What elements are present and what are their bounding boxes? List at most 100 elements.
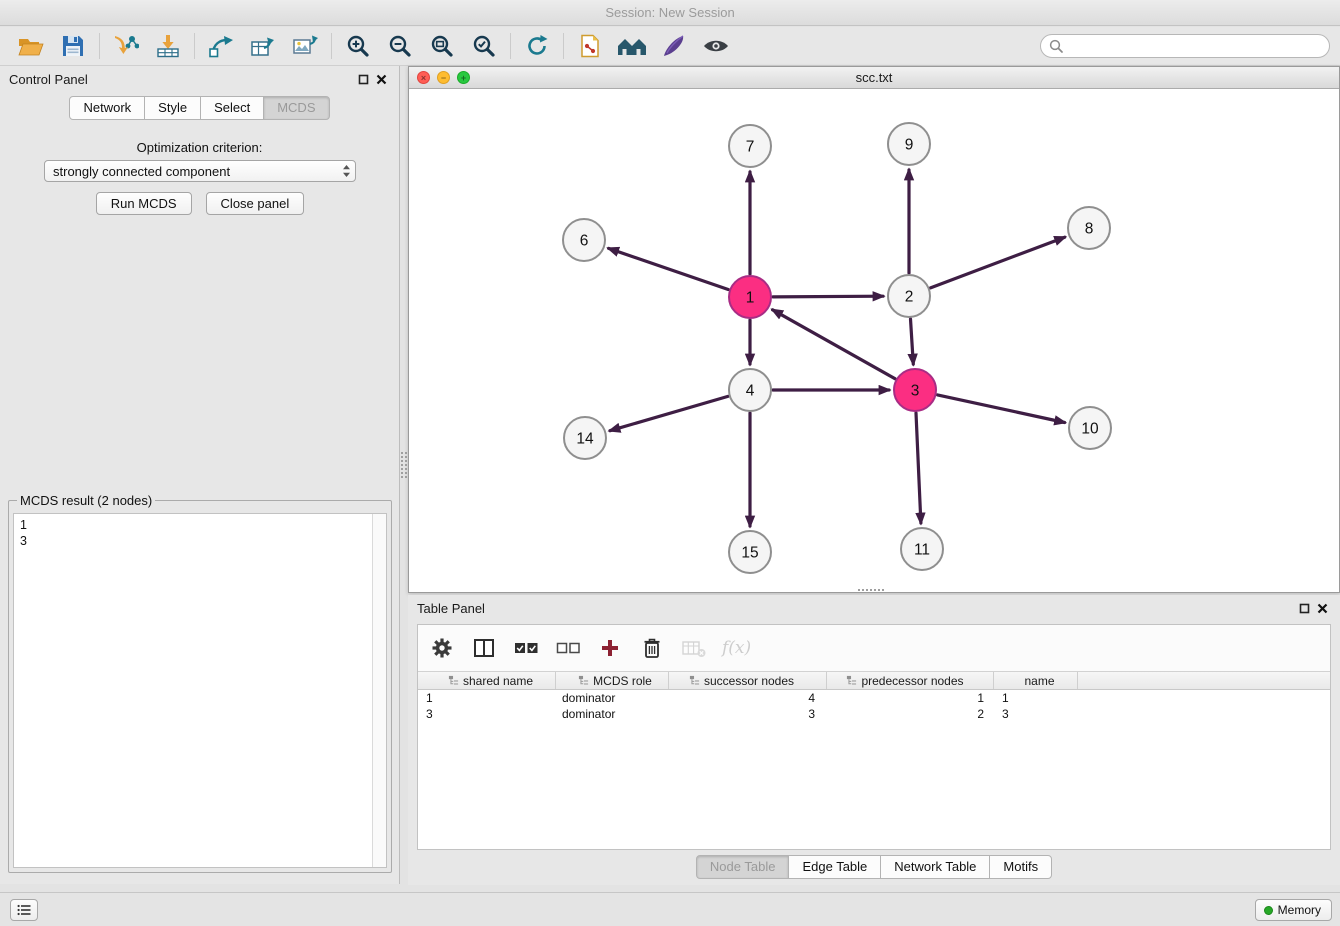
graph-edge-4-14[interactable] xyxy=(610,396,728,430)
delete-table-button[interactable] xyxy=(680,634,708,662)
network-canvas[interactable]: 7 9 6 8 1 2 4 3 14 10 15 11 xyxy=(409,89,1339,592)
refresh-view-button[interactable] xyxy=(516,30,558,62)
graph-node-2[interactable]: 2 xyxy=(888,275,930,317)
close-panel-icon[interactable] xyxy=(1313,600,1331,618)
show-hide-panels-button[interactable] xyxy=(695,30,737,62)
search-input[interactable] xyxy=(1068,39,1321,54)
optimization-criterion-label: Optimization criterion: xyxy=(0,140,399,155)
graph-edge-1-2[interactable] xyxy=(773,296,883,297)
column-header-predecessor-nodes[interactable]: predecessor nodes xyxy=(827,672,994,689)
result-scrollbar[interactable] xyxy=(372,514,386,867)
tab-node-table[interactable]: Node Table xyxy=(696,855,790,879)
zoom-fit-button[interactable] xyxy=(421,30,463,62)
column-header-name[interactable]: name xyxy=(994,672,1078,689)
graph-node-9[interactable]: 9 xyxy=(888,123,930,165)
vertical-splitter-handle[interactable] xyxy=(401,452,407,478)
home-layout-button[interactable] xyxy=(611,30,653,62)
graph-node-4[interactable]: 4 xyxy=(729,369,771,411)
graph-edge-2-3[interactable] xyxy=(911,319,914,364)
create-column-button[interactable] xyxy=(596,634,624,662)
stepper-arrows-icon xyxy=(342,164,351,178)
run-mcds-button[interactable]: Run MCDS xyxy=(96,192,192,215)
graph-node-3[interactable]: 3 xyxy=(894,369,936,411)
window-title: Session: New Session xyxy=(605,5,734,20)
column-label: successor nodes xyxy=(704,674,794,688)
graph-node-8[interactable]: 8 xyxy=(1068,207,1110,249)
main-toolbar xyxy=(0,27,1340,66)
graph-node-7[interactable]: 7 xyxy=(729,125,771,167)
tab-edge-table[interactable]: Edge Table xyxy=(788,855,881,879)
column-type-icon xyxy=(448,675,459,686)
table-panel-title: Table Panel xyxy=(417,601,485,616)
graph-node-15[interactable]: 15 xyxy=(729,531,771,573)
graph-edge-3-1[interactable] xyxy=(773,310,895,379)
mcds-result-area: 13 xyxy=(13,513,387,868)
memory-button[interactable]: Memory xyxy=(1255,899,1332,921)
unchecked-boxes-icon xyxy=(556,639,581,657)
column-header-mcds-role[interactable]: MCDS role xyxy=(556,672,669,689)
close-panel-icon[interactable] xyxy=(372,71,390,89)
graph-node-11[interactable]: 11 xyxy=(901,528,943,570)
apply-style-button[interactable] xyxy=(653,30,695,62)
table-tabs: Node Table Edge Table Network Table Moti… xyxy=(408,855,1340,879)
graph-node-1[interactable]: 1 xyxy=(729,276,771,318)
minimize-window-icon[interactable]: − xyxy=(437,71,450,84)
node-label: 1 xyxy=(746,290,755,307)
table-row[interactable]: 1dominator411 xyxy=(418,690,1330,706)
table-cell: 3 xyxy=(994,706,1078,722)
column-header-shared-name[interactable]: shared name xyxy=(418,672,556,689)
close-panel-button[interactable]: Close panel xyxy=(206,192,305,215)
open-folder-icon xyxy=(18,36,44,57)
criterion-select[interactable]: strongly connected component xyxy=(44,160,356,182)
unselect-all-columns-button[interactable] xyxy=(554,634,582,662)
gear-icon xyxy=(431,637,453,659)
select-all-columns-button[interactable] xyxy=(512,634,540,662)
column-header-successor-nodes[interactable]: successor nodes xyxy=(669,672,827,689)
graph-edge-3-11[interactable] xyxy=(916,413,921,523)
column-header-filler xyxy=(1078,672,1330,689)
tab-mcds[interactable]: MCDS xyxy=(263,96,329,120)
zoom-window-icon[interactable]: + xyxy=(457,71,470,84)
search-icon xyxy=(1049,39,1063,53)
zoom-in-button[interactable] xyxy=(337,30,379,62)
network-window-titlebar[interactable]: × − + scc.txt xyxy=(409,67,1339,89)
new-network-table-button[interactable] xyxy=(242,30,284,62)
export-network-button[interactable] xyxy=(569,30,611,62)
node-table-container: f(x) shared name MCDS role successor nod… xyxy=(417,624,1331,850)
import-table-button[interactable] xyxy=(147,30,189,62)
import-network-button[interactable] xyxy=(105,30,147,62)
tab-select[interactable]: Select xyxy=(200,96,264,120)
export-image-button[interactable] xyxy=(284,30,326,62)
tab-network-table[interactable]: Network Table xyxy=(880,855,990,879)
graph-node-10[interactable]: 10 xyxy=(1069,407,1111,449)
graph-node-6[interactable]: 6 xyxy=(563,219,605,261)
float-panel-icon[interactable] xyxy=(1295,600,1313,618)
node-label: 9 xyxy=(905,137,914,154)
tab-motifs[interactable]: Motifs xyxy=(989,855,1052,879)
graph-edge-1-6[interactable] xyxy=(609,248,729,289)
save-session-button[interactable] xyxy=(52,30,94,62)
delete-column-button[interactable] xyxy=(638,634,666,662)
network-graph[interactable]: 7 9 6 8 1 2 4 3 14 10 15 11 xyxy=(409,89,1339,592)
open-session-button[interactable] xyxy=(10,30,52,62)
search-box[interactable] xyxy=(1040,34,1330,58)
task-history-button[interactable] xyxy=(10,899,38,921)
tab-style[interactable]: Style xyxy=(144,96,201,120)
float-panel-icon[interactable] xyxy=(354,71,372,89)
tab-network[interactable]: Network xyxy=(69,96,145,120)
graph-edge-2-8[interactable] xyxy=(931,237,1065,288)
graph-edge-3-10[interactable] xyxy=(938,395,1065,423)
node-label: 7 xyxy=(746,139,755,156)
table-cell: 1 xyxy=(827,690,994,706)
zoom-in-icon xyxy=(346,34,370,58)
function-builder-button[interactable]: f(x) xyxy=(722,634,751,662)
new-network-button[interactable] xyxy=(200,30,242,62)
zoom-out-button[interactable] xyxy=(379,30,421,62)
graph-node-14[interactable]: 14 xyxy=(564,417,606,459)
table-settings-button[interactable] xyxy=(428,634,456,662)
close-window-icon[interactable]: × xyxy=(417,71,430,84)
horizontal-splitter-handle[interactable] xyxy=(858,589,884,594)
show-columns-button[interactable] xyxy=(470,634,498,662)
table-row[interactable]: 3dominator323 xyxy=(418,706,1330,722)
zoom-selected-button[interactable] xyxy=(463,30,505,62)
